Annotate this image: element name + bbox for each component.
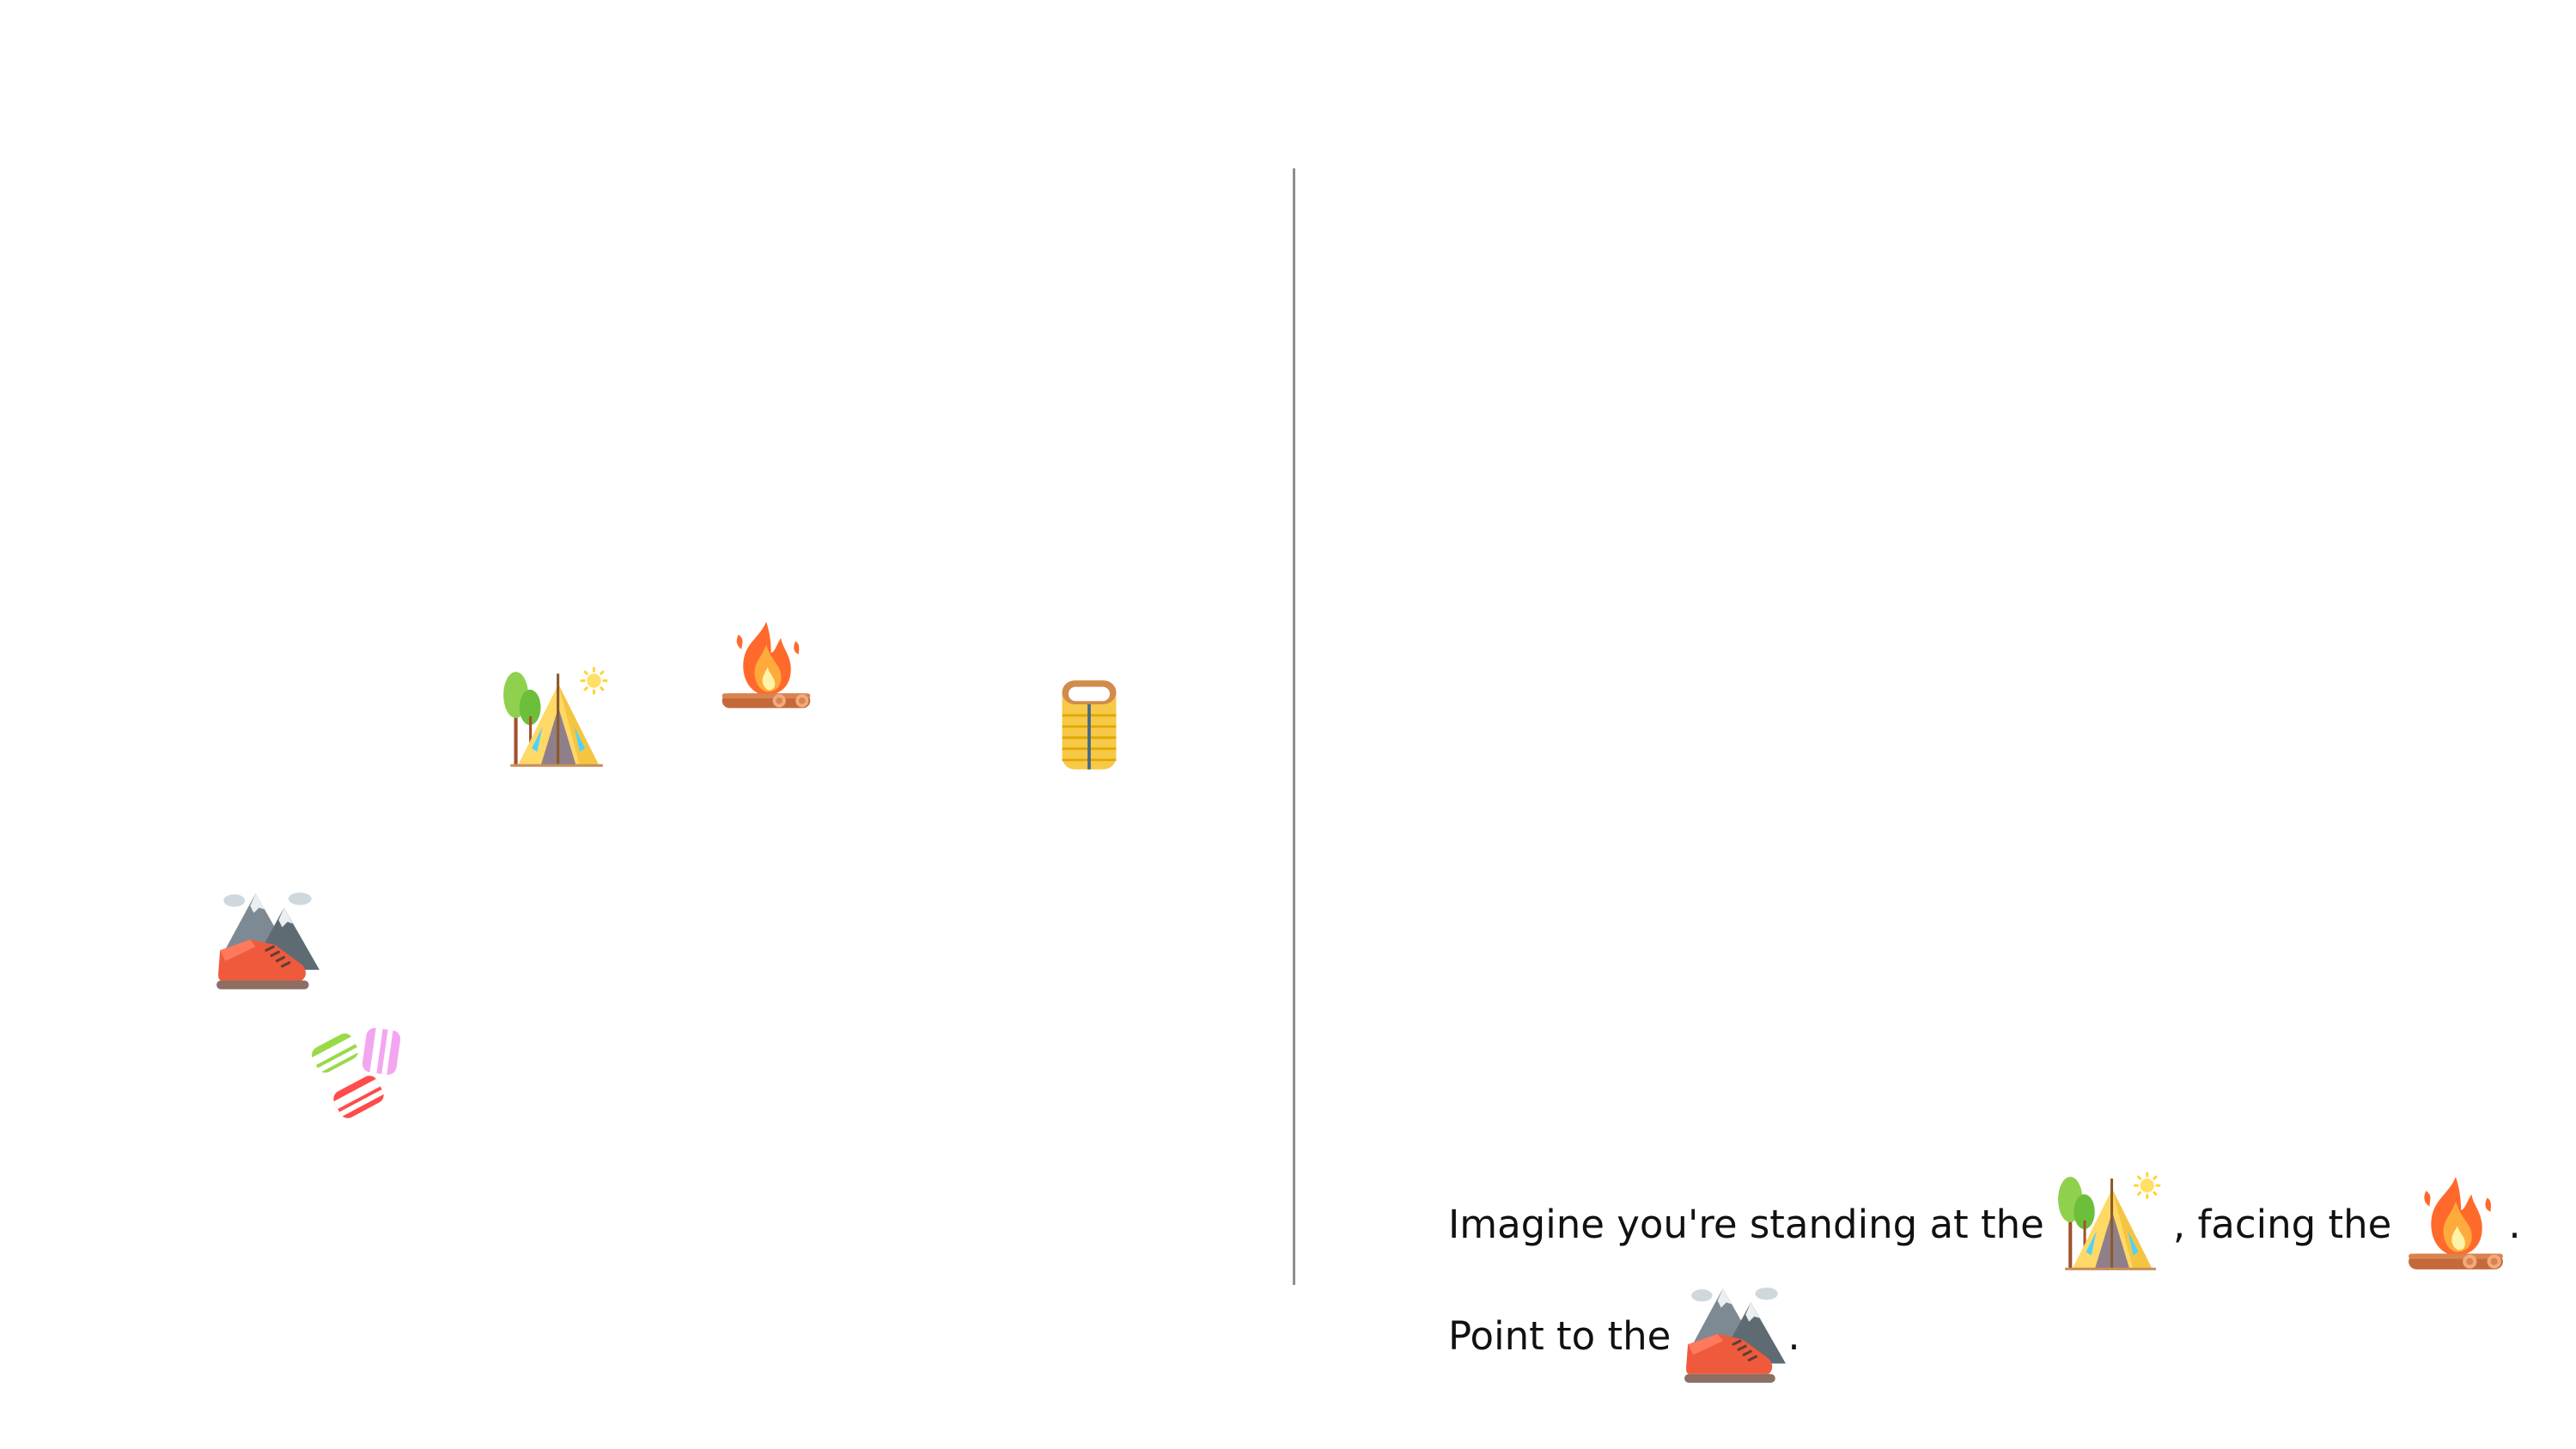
hiking-boot-icon: [1683, 1283, 1787, 1388]
prompt-text-period-2: .: [1787, 1312, 1800, 1359]
campfire-icon: [2403, 1172, 2508, 1276]
prompt-line-2: Point to the .: [1448, 1280, 2565, 1391]
hiking-boot-icon[interactable]: [215, 888, 321, 995]
prompt-text-standing: Imagine you're standing at the: [1448, 1201, 2044, 1247]
prompt-text-point: Point to the: [1448, 1312, 1672, 1359]
tent-icon: [2056, 1172, 2161, 1276]
tent-icon[interactable]: [502, 667, 608, 773]
sleeping-bag-icon[interactable]: [1057, 672, 1121, 778]
prompt-line-1: Imagine you're standing at the , facing …: [1448, 1168, 2565, 1280]
instruction-prompt: Imagine you're standing at the , facing …: [1448, 1168, 2565, 1391]
marshmallows-icon[interactable]: [306, 1022, 409, 1125]
prompt-text-facing: , facing the: [2172, 1201, 2392, 1247]
campfire-icon[interactable]: [713, 617, 819, 715]
panel-divider: [1293, 168, 1295, 1285]
scene-panel: [0, 0, 1293, 1449]
prompt-text-period: .: [2508, 1201, 2521, 1247]
